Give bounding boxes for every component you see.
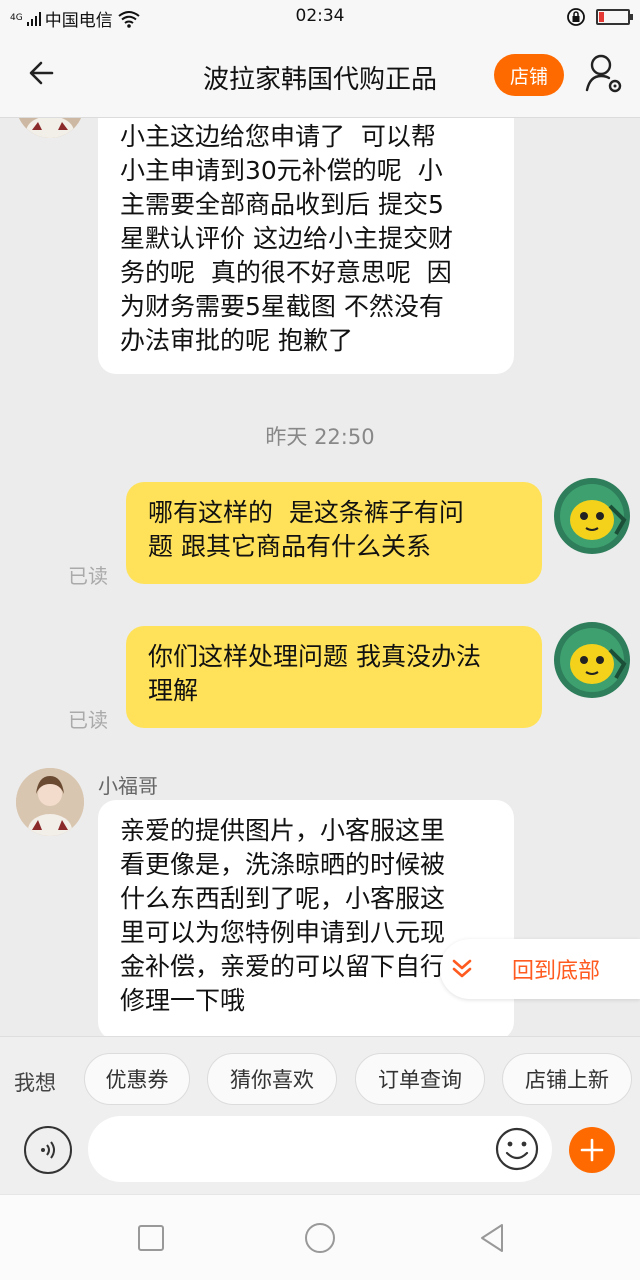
message-bubble-outgoing[interactable]: 你们这样处理问题 我真没办法 理解 bbox=[126, 626, 542, 728]
plus-icon bbox=[580, 1138, 604, 1162]
recent-apps-icon[interactable] bbox=[134, 1221, 168, 1255]
user-settings-icon[interactable] bbox=[584, 52, 624, 96]
quick-chip-recommend[interactable]: 猜你喜欢 bbox=[207, 1053, 337, 1105]
system-nav-bar bbox=[0, 1194, 640, 1280]
read-receipt: 已读 bbox=[68, 708, 108, 732]
back-to-bottom-button[interactable]: 回到底部 bbox=[440, 939, 640, 999]
quick-chip-order-query[interactable]: 订单查询 bbox=[355, 1053, 485, 1105]
message-bubble-outgoing[interactable]: 哪有这样的 是这条裤子有问 题 跟其它商品有什么关系 bbox=[126, 482, 542, 584]
shop-button[interactable]: 店铺 bbox=[494, 54, 564, 96]
back-nav-icon[interactable] bbox=[475, 1221, 509, 1255]
input-bar bbox=[0, 1106, 640, 1194]
double-chevron-down-icon bbox=[452, 959, 472, 978]
back-arrow-icon[interactable] bbox=[26, 56, 60, 90]
message-bubble-incoming[interactable]: 小主这边给您申请了 可以帮 小主申请到30元补偿的呢 小 主需要全部商品收到后 … bbox=[98, 118, 514, 374]
chat-header: 波拉家韩国代购正品 店铺 bbox=[0, 34, 640, 118]
quick-bar-label: 我想 bbox=[14, 1071, 56, 1095]
status-bar: 4G 中国电信 02:34 bbox=[0, 0, 640, 34]
back-to-bottom-label: 回到底部 bbox=[512, 959, 601, 984]
agent-avatar[interactable] bbox=[16, 118, 84, 138]
message-bubble-incoming[interactable]: 亲爱的提供图片，小客服这里 看更像是，洗涤晾晒的时候被 什么东西刮到了呢，小客服… bbox=[98, 800, 514, 1036]
sender-name: 小福哥 bbox=[98, 774, 158, 798]
more-button[interactable] bbox=[569, 1127, 615, 1173]
message-timestamp: 昨天 22:50 bbox=[265, 425, 375, 449]
read-receipt: 已读 bbox=[68, 564, 108, 588]
voice-icon bbox=[41, 1141, 55, 1159]
voice-button[interactable] bbox=[24, 1126, 72, 1174]
agent-avatar[interactable] bbox=[16, 768, 84, 836]
message-input[interactable] bbox=[88, 1116, 552, 1182]
emoji-icon[interactable] bbox=[494, 1126, 540, 1172]
quick-chip-coupon[interactable]: 优惠券 bbox=[84, 1053, 190, 1105]
clock: 02:34 bbox=[295, 6, 345, 26]
battery-icon bbox=[596, 9, 633, 25]
my-avatar[interactable] bbox=[552, 476, 632, 556]
home-icon[interactable] bbox=[303, 1221, 337, 1255]
status-right bbox=[566, 7, 633, 27]
rotation-lock-icon bbox=[567, 8, 585, 26]
message-list[interactable]: 小主这边给您申请了 可以帮 小主申请到30元补偿的呢 小 主需要全部商品收到后 … bbox=[0, 118, 640, 1036]
quick-chip-new-arrivals[interactable]: 店铺上新 bbox=[502, 1053, 632, 1105]
my-avatar[interactable] bbox=[552, 620, 632, 700]
